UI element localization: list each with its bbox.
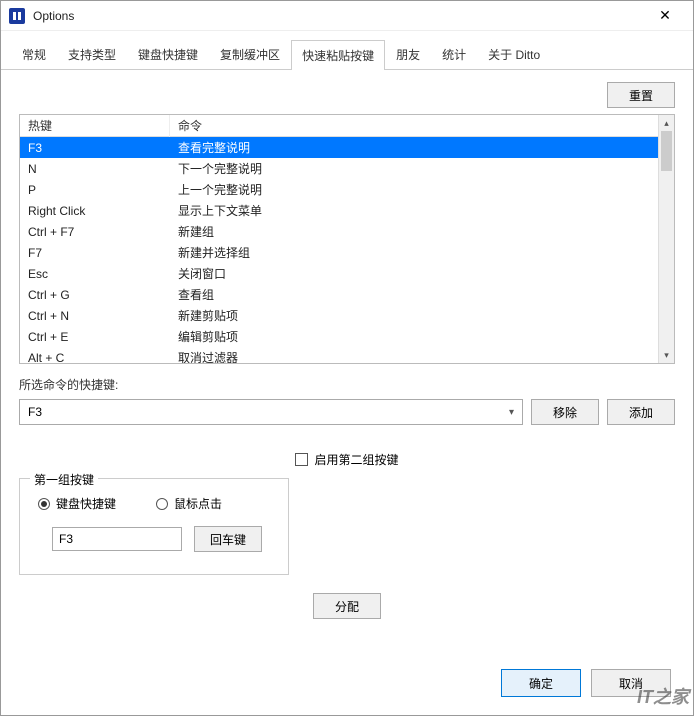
cell-hotkey: F3 <box>20 139 170 157</box>
dialog-footer: 确定 取消 <box>501 669 671 697</box>
hotkey-input[interactable] <box>52 527 182 551</box>
radio-mouse[interactable]: 鼠标点击 <box>156 495 222 512</box>
tab-bar: 常规支持类型键盘快捷键复制缓冲区快速粘贴按键朋友统计关于 Ditto <box>1 31 693 70</box>
scroll-up-icon[interactable]: ▴ <box>659 115 674 131</box>
scroll-down-icon[interactable]: ▾ <box>659 347 674 363</box>
titlebar: Options ✕ <box>1 1 693 31</box>
selected-hotkey-value: F3 <box>28 405 42 419</box>
table-row[interactable]: P上一个完整说明 <box>20 179 674 200</box>
enable-second-checkbox[interactable] <box>295 453 308 466</box>
cell-command: 显示上下文菜单 <box>170 200 674 221</box>
options-window: Options ✕ 常规支持类型键盘快捷键复制缓冲区快速粘贴按键朋友统计关于 D… <box>0 0 694 716</box>
table-row[interactable]: Ctrl + E编辑剪贴项 <box>20 326 674 347</box>
selected-hotkey-combo[interactable]: F3 ▾ <box>19 399 523 425</box>
cell-command: 下一个完整说明 <box>170 158 674 179</box>
enable-second-label: 启用第二组按键 <box>314 451 398 468</box>
tab-4[interactable]: 快速粘贴按键 <box>291 40 385 70</box>
radio-mouse-label: 鼠标点击 <box>174 495 222 512</box>
table-row[interactable]: Ctrl + G查看组 <box>20 284 674 305</box>
radio-keyboard[interactable]: 键盘快捷键 <box>38 495 116 512</box>
cell-command: 新建剪贴项 <box>170 305 674 326</box>
window-title: Options <box>33 9 645 23</box>
selected-hotkey-label: 所选命令的快捷键: <box>19 376 675 393</box>
cell-hotkey: Ctrl + F7 <box>20 223 170 241</box>
cell-hotkey: Alt + C <box>20 349 170 365</box>
table-row[interactable]: Ctrl + N新建剪贴项 <box>20 305 674 326</box>
cell-hotkey: P <box>20 181 170 199</box>
table-row[interactable]: Right Click显示上下文菜单 <box>20 200 674 221</box>
tab-3[interactable]: 复制缓冲区 <box>209 39 291 69</box>
cell-command: 查看组 <box>170 284 674 305</box>
cell-command: 新建组 <box>170 221 674 242</box>
cell-hotkey: Ctrl + G <box>20 286 170 304</box>
radio-dot-icon <box>156 498 168 510</box>
table-row[interactable]: Ctrl + F7新建组 <box>20 221 674 242</box>
group1-legend: 第一组按键 <box>30 471 98 488</box>
tab-7[interactable]: 关于 Ditto <box>477 39 551 69</box>
tab-1[interactable]: 支持类型 <box>57 39 127 69</box>
cell-hotkey: Ctrl + N <box>20 307 170 325</box>
table-header: 热键 命令 <box>20 115 674 137</box>
cell-hotkey: F7 <box>20 244 170 262</box>
cell-command: 上一个完整说明 <box>170 179 674 200</box>
cancel-button[interactable]: 取消 <box>591 669 671 697</box>
table-row[interactable]: N下一个完整说明 <box>20 158 674 179</box>
assign-button[interactable]: 分配 <box>313 593 381 619</box>
cell-hotkey: N <box>20 160 170 178</box>
table-row[interactable]: F3查看完整说明 <box>20 137 674 158</box>
cell-hotkey: Ctrl + E <box>20 328 170 346</box>
header-hotkey[interactable]: 热键 <box>20 114 170 137</box>
hotkey-table: 热键 命令 F3查看完整说明N下一个完整说明P上一个完整说明Right Clic… <box>19 114 675 364</box>
enter-button[interactable]: 回车键 <box>194 526 262 552</box>
table-row[interactable]: F7新建并选择组 <box>20 242 674 263</box>
cell-hotkey: Right Click <box>20 202 170 220</box>
app-icon <box>9 8 25 24</box>
cell-hotkey: Esc <box>20 265 170 283</box>
ok-button[interactable]: 确定 <box>501 669 581 697</box>
group1-fieldset: 第一组按键 键盘快捷键 鼠标点击 回车键 <box>19 478 289 575</box>
header-command[interactable]: 命令 <box>170 114 674 137</box>
add-button[interactable]: 添加 <box>607 399 675 425</box>
scroll-thumb[interactable] <box>661 131 672 171</box>
radio-keyboard-label: 键盘快捷键 <box>56 495 116 512</box>
table-row[interactable]: Esc关闭窗口 <box>20 263 674 284</box>
cell-command: 取消过滤器 <box>170 347 674 364</box>
cell-command: 编辑剪贴项 <box>170 326 674 347</box>
tab-2[interactable]: 键盘快捷键 <box>127 39 209 69</box>
cell-command: 查看完整说明 <box>170 137 674 158</box>
reset-button[interactable]: 重置 <box>607 82 675 108</box>
radio-dot-icon <box>38 498 50 510</box>
tab-0[interactable]: 常规 <box>11 39 57 69</box>
remove-button[interactable]: 移除 <box>531 399 599 425</box>
cell-command: 新建并选择组 <box>170 242 674 263</box>
tab-5[interactable]: 朋友 <box>385 39 431 69</box>
tab-content: 重置 热键 命令 F3查看完整说明N下一个完整说明P上一个完整说明Right C… <box>1 70 693 631</box>
chevron-down-icon: ▾ <box>509 407 514 418</box>
tab-6[interactable]: 统计 <box>431 39 477 69</box>
cell-command: 关闭窗口 <box>170 263 674 284</box>
table-row[interactable]: Alt + C取消过滤器 <box>20 347 674 364</box>
close-button[interactable]: ✕ <box>645 2 685 30</box>
table-scrollbar[interactable]: ▴ ▾ <box>658 115 674 363</box>
